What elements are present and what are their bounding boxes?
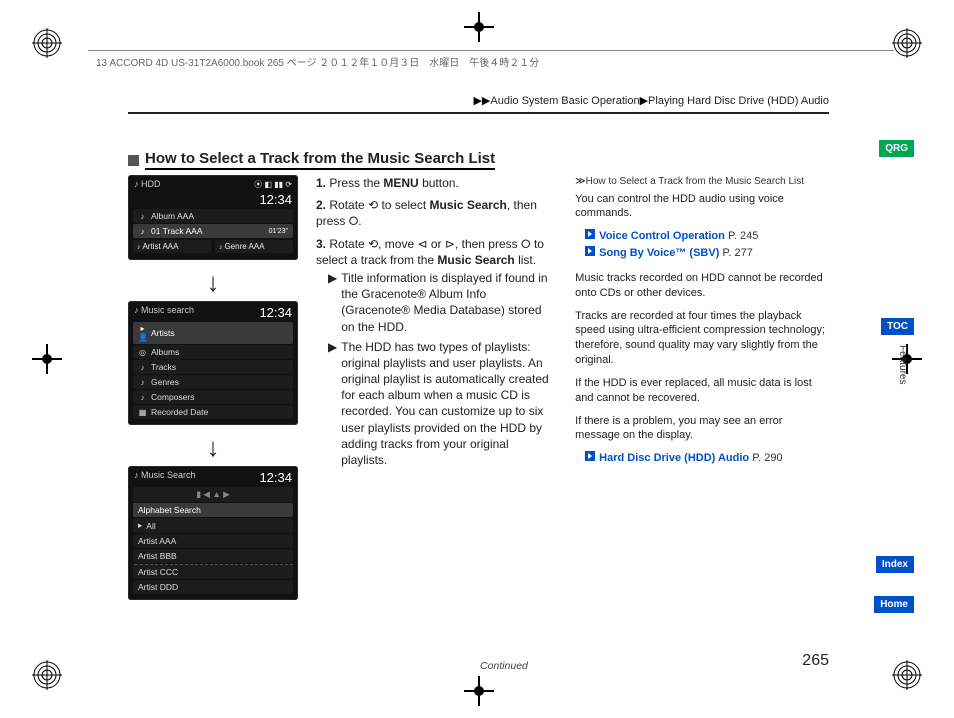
page-number: 265 [802,652,829,670]
tab-index[interactable]: Index [876,556,914,573]
breadcrumb-arrow-icon: ▶ [640,95,648,107]
header-rule [88,50,894,51]
breadcrumb-rule [128,112,829,114]
screenshot-clock: 12:34 [259,192,292,207]
registration-mark-icon [32,28,62,58]
section-bullet-icon [128,155,139,166]
screenshot-track: 01 Track AAA [151,226,203,236]
press-icon: ⭘ [349,214,359,228]
down-arrow-icon: ↓ [128,263,298,301]
cross-mark-icon [32,344,62,374]
screenshot-artist: Artist AAA [142,242,178,251]
link-arrow-icon [585,229,595,239]
notes-column: ≫How to Select a Track from the Music Se… [575,175,828,603]
note-paragraph: Tracks are recorded at four times the pl… [575,309,828,368]
list-item: Alphabet Search [138,505,201,515]
breadcrumb: ▶▶Audio System Basic Operation▶Playing H… [473,94,829,107]
list-item: Tracks [151,362,176,372]
bullet-1: ▶Title information is displayed if found… [328,270,557,335]
list-item: Genres [151,377,179,387]
list-item: Artist DDD [138,582,178,592]
left-icon: ⊲ [417,237,427,251]
dial-icon: ⟲ [368,237,378,251]
right-icon: ⊳ [445,237,455,251]
note-paragraph: Music tracks recorded on HDD cannot be r… [575,271,828,301]
screenshot-title: Music search [141,305,194,315]
screenshot-genre: Genre AAA [224,242,264,251]
bullet-2: ▶The HDD has two types of playlists: ori… [328,339,557,469]
list-item: Recorded Date [151,407,208,417]
section-title: How to Select a Track from the Music Sea… [145,150,495,170]
instructions-column: 1. Press the MENU button. 2. Rotate ⟲ to… [316,175,557,603]
screenshot-title: Music Search [141,470,196,480]
note-paragraph: If the HDD is ever replaced, all music d… [575,376,828,406]
screenshot-clock: 12:34 [259,305,292,320]
step-1: 1. Press the MENU button. [316,175,557,191]
triangle-bullet-icon: ▶ [328,339,337,469]
screenshot-clock: 12:34 [259,470,292,485]
list-item: Composers [151,392,194,402]
breadcrumb-level-2: Playing Hard Disc Drive (HDD) Audio [648,95,829,107]
device-screenshot-2: ♪ Music search12:34 ▸👤Artists ◎Albums ♪T… [128,301,298,425]
link-arrow-icon [585,246,595,256]
cross-mark-icon [464,676,494,706]
device-screenshot-3: ♪ Music Search12:34 ▮ ◀ ▲ ▶ Alphabet Sea… [128,466,298,600]
tab-home[interactable]: Home [874,596,914,613]
cross-mark-icon [464,12,494,42]
link-arrow-icon [585,451,595,461]
list-item: Artist BBB [138,551,177,561]
screenshot-title: HDD [141,179,161,189]
tab-toc[interactable]: TOC [881,318,914,335]
list-item: Artists [151,328,175,338]
side-label-features: Features [897,345,908,384]
screenshot-track-time: 01'23" [269,228,288,235]
screenshot-album: Album AAA [151,211,194,221]
note-paragraph: If there is a problem, you may see an er… [575,414,828,444]
list-item: All [146,521,155,531]
list-item: Albums [151,347,179,357]
link-voice-control[interactable]: Voice Control Operation P. 245 [599,229,758,244]
chevron-icon: ≫ [575,176,585,187]
step-2: 2. Rotate ⟲ to select Music Search, then… [316,197,557,229]
continued-label: Continued [480,660,528,672]
step-3: 3. Rotate ⟲, move ⊲ or ⊳, then press ⭘ t… [316,236,557,268]
registration-mark-icon [892,660,922,690]
breadcrumb-arrow-icon: ▶▶ [473,95,490,107]
list-item: Artist AAA [138,536,176,546]
notes-header: ≫How to Select a Track from the Music Se… [575,175,828,189]
down-arrow-icon: ↓ [128,428,298,466]
registration-mark-icon [892,28,922,58]
tab-qrg[interactable]: QRG [879,140,914,157]
registration-mark-icon [32,660,62,690]
print-metadata: 13 ACCORD 4D US-31T2A6000.book 265 ページ ２… [96,54,539,69]
list-item: Artist CCC [138,567,178,577]
link-hdd-audio[interactable]: Hard Disc Drive (HDD) Audio P. 290 [599,451,782,466]
link-song-by-voice[interactable]: Song By Voice™ (SBV) P. 277 [599,246,753,261]
breadcrumb-level-1: Audio System Basic Operation [490,95,639,107]
note-paragraph: You can control the HDD audio using voic… [575,192,828,222]
device-screenshot-1: ♪ HDD⦿ ◧ ▮▮ ⟳ 12:34 ♪Album AAA ♪01 Track… [128,175,298,260]
dial-icon: ⟲ [368,198,378,212]
triangle-bullet-icon: ▶ [328,270,337,335]
press-icon: ⭘ [521,237,531,251]
